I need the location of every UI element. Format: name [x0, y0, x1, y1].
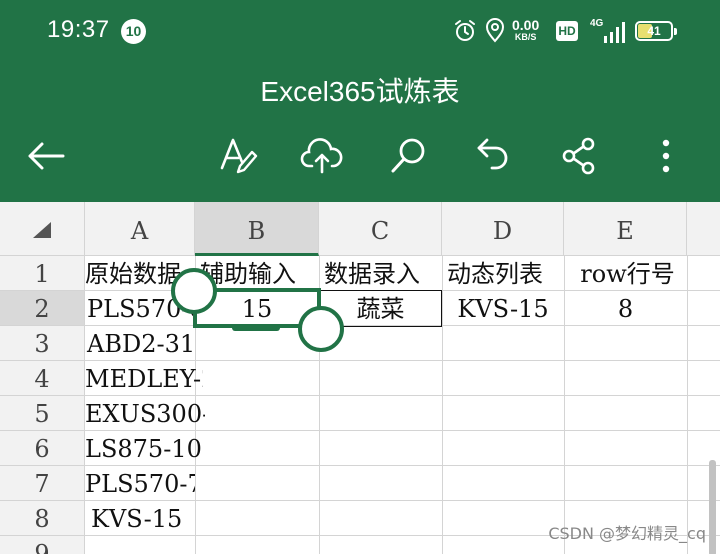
- row-header-6[interactable]: 6: [0, 431, 85, 466]
- search-button[interactable]: [382, 130, 434, 182]
- row-header-8[interactable]: 8: [0, 501, 85, 536]
- more-options-button[interactable]: [640, 130, 692, 182]
- signal-indicator: 4G: [590, 18, 626, 44]
- app-header: 19:37 10 0.00 KB/S HD 4G 41 Excel365试炼表: [0, 0, 720, 202]
- share-icon: [562, 137, 595, 175]
- row-header-4[interactable]: 4: [0, 361, 85, 396]
- cell-a6[interactable]: LS875-10: [85, 431, 203, 466]
- status-bar: 19:37 10 0.00 KB/S HD 4G 41: [0, 0, 720, 64]
- column-header-d[interactable]: D: [442, 202, 564, 256]
- cell-d2[interactable]: KVS-15: [442, 291, 564, 326]
- selection-handle-bottom-right[interactable]: [298, 306, 344, 352]
- row-header-5[interactable]: 5: [0, 396, 85, 431]
- watermark: CSDN @梦幻精灵_cq: [548, 524, 706, 543]
- network-speed: 0.00 KB/S: [512, 18, 539, 43]
- network-speed-value: 0.00: [512, 17, 540, 33]
- more-vertical-icon: [662, 139, 670, 173]
- vertical-scrollbar[interactable]: [709, 460, 716, 554]
- column-header-f-partial[interactable]: [687, 202, 720, 256]
- cell-e1[interactable]: row行号: [568, 256, 687, 291]
- fill-handle-bar[interactable]: [232, 325, 280, 331]
- edit-text-button[interactable]: [212, 130, 264, 182]
- cell-c1[interactable]: 数据录入: [324, 256, 444, 291]
- alarm-icon: [455, 20, 475, 41]
- cell-a8[interactable]: KVS-15: [85, 501, 195, 536]
- row-header-7[interactable]: 7: [0, 466, 85, 501]
- location-icon: [485, 18, 505, 43]
- edit-text-icon: [220, 138, 258, 174]
- select-all-triangle-icon: [33, 222, 51, 238]
- status-time: 19:37: [47, 16, 110, 43]
- cell-a3[interactable]: ABD2-31: [85, 326, 195, 361]
- undo-icon: [477, 138, 508, 170]
- cell-e2[interactable]: 8: [564, 291, 687, 326]
- selection-handle-top-left[interactable]: [171, 268, 217, 314]
- column-header-a[interactable]: A: [85, 202, 195, 256]
- spreadsheet-grid[interactable]: A B C D E 1 2 3 4 5 6 7 8 9 原始数据 辅助输入 数据…: [0, 202, 720, 554]
- search-icon: [391, 138, 425, 173]
- row-header-9[interactable]: 9: [0, 536, 85, 554]
- workbook-title: Excel365试炼表: [260, 76, 460, 107]
- select-all-corner[interactable]: [0, 202, 85, 256]
- battery-icon: 41: [635, 21, 677, 41]
- undo-button[interactable]: [468, 130, 520, 182]
- grid-line: [687, 256, 688, 554]
- column-header-e[interactable]: E: [564, 202, 687, 256]
- cell-a7[interactable]: PLS570-7: [85, 466, 195, 501]
- signal-bars-icon: [604, 22, 625, 43]
- back-button[interactable]: [20, 130, 72, 182]
- row-header-2[interactable]: 2: [0, 291, 85, 326]
- cell-b1[interactable]: 辅助输入: [200, 256, 322, 291]
- cell-a5[interactable]: EXUS300-1: [85, 396, 205, 431]
- cloud-upload-icon: [300, 138, 343, 174]
- column-header-b[interactable]: B: [195, 202, 319, 256]
- network-speed-unit: KB/S: [514, 32, 537, 42]
- back-arrow-icon: [28, 142, 65, 170]
- cell-d1[interactable]: 动态列表: [447, 256, 567, 291]
- row-header-3[interactable]: 3: [0, 326, 85, 361]
- cell-a4[interactable]: MEDLEY-2: [85, 361, 203, 396]
- hd-badge: HD: [556, 21, 578, 41]
- notification-count-badge: 10: [121, 19, 146, 44]
- cloud-upload-button[interactable]: [296, 130, 348, 182]
- battery-level: 41: [647, 24, 661, 38]
- column-header-c[interactable]: C: [319, 202, 442, 256]
- row-header-1[interactable]: 1: [0, 256, 85, 291]
- share-button[interactable]: [553, 130, 605, 182]
